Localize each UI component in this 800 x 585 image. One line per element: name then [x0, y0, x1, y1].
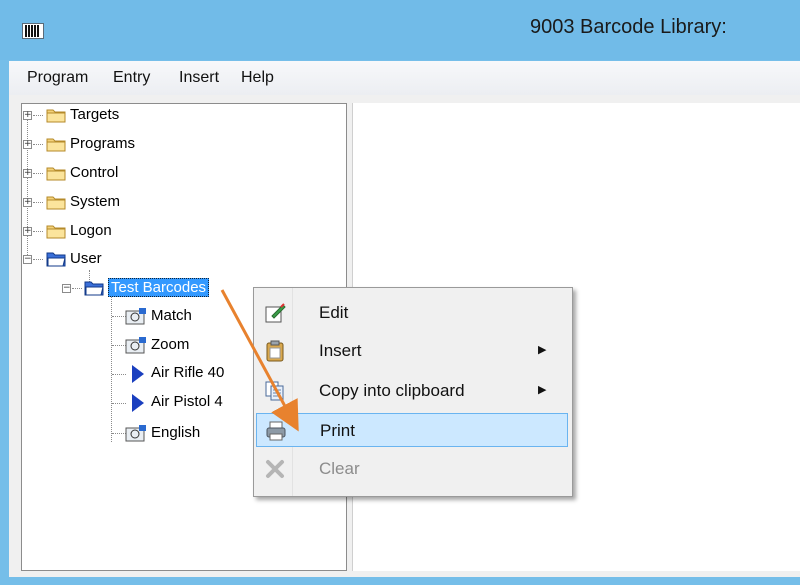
annotation-arrow-icon: [220, 289, 299, 432]
app-window: 9003 Barcode Library: Program Entry Inse…: [0, 0, 800, 585]
